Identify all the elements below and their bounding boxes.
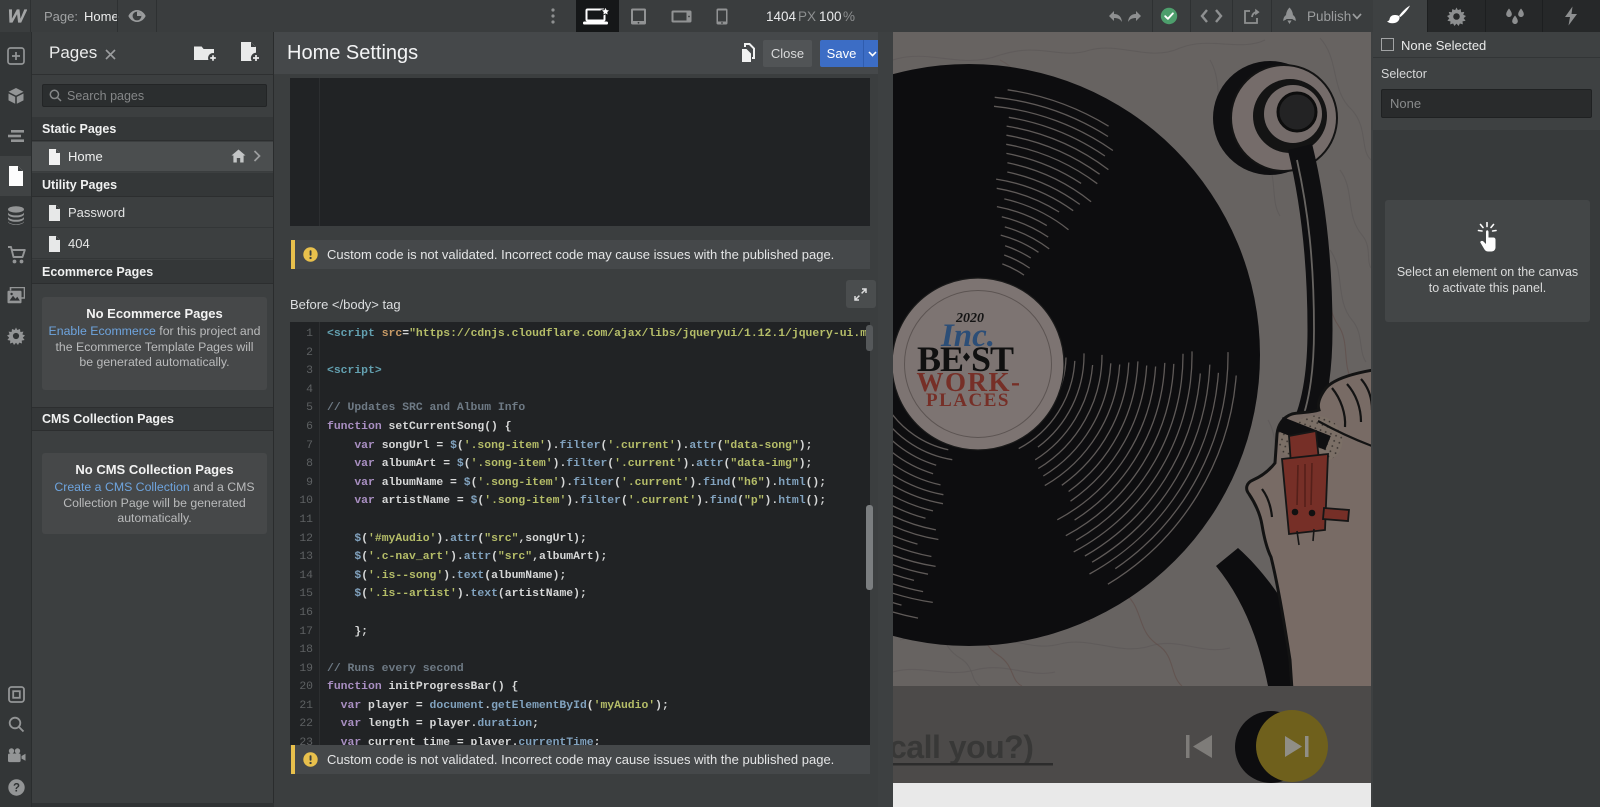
- svg-text:call you?): call you?): [893, 729, 1033, 765]
- svg-text:?: ?: [13, 783, 20, 795]
- svg-text:PLACES: PLACES: [926, 390, 1010, 411]
